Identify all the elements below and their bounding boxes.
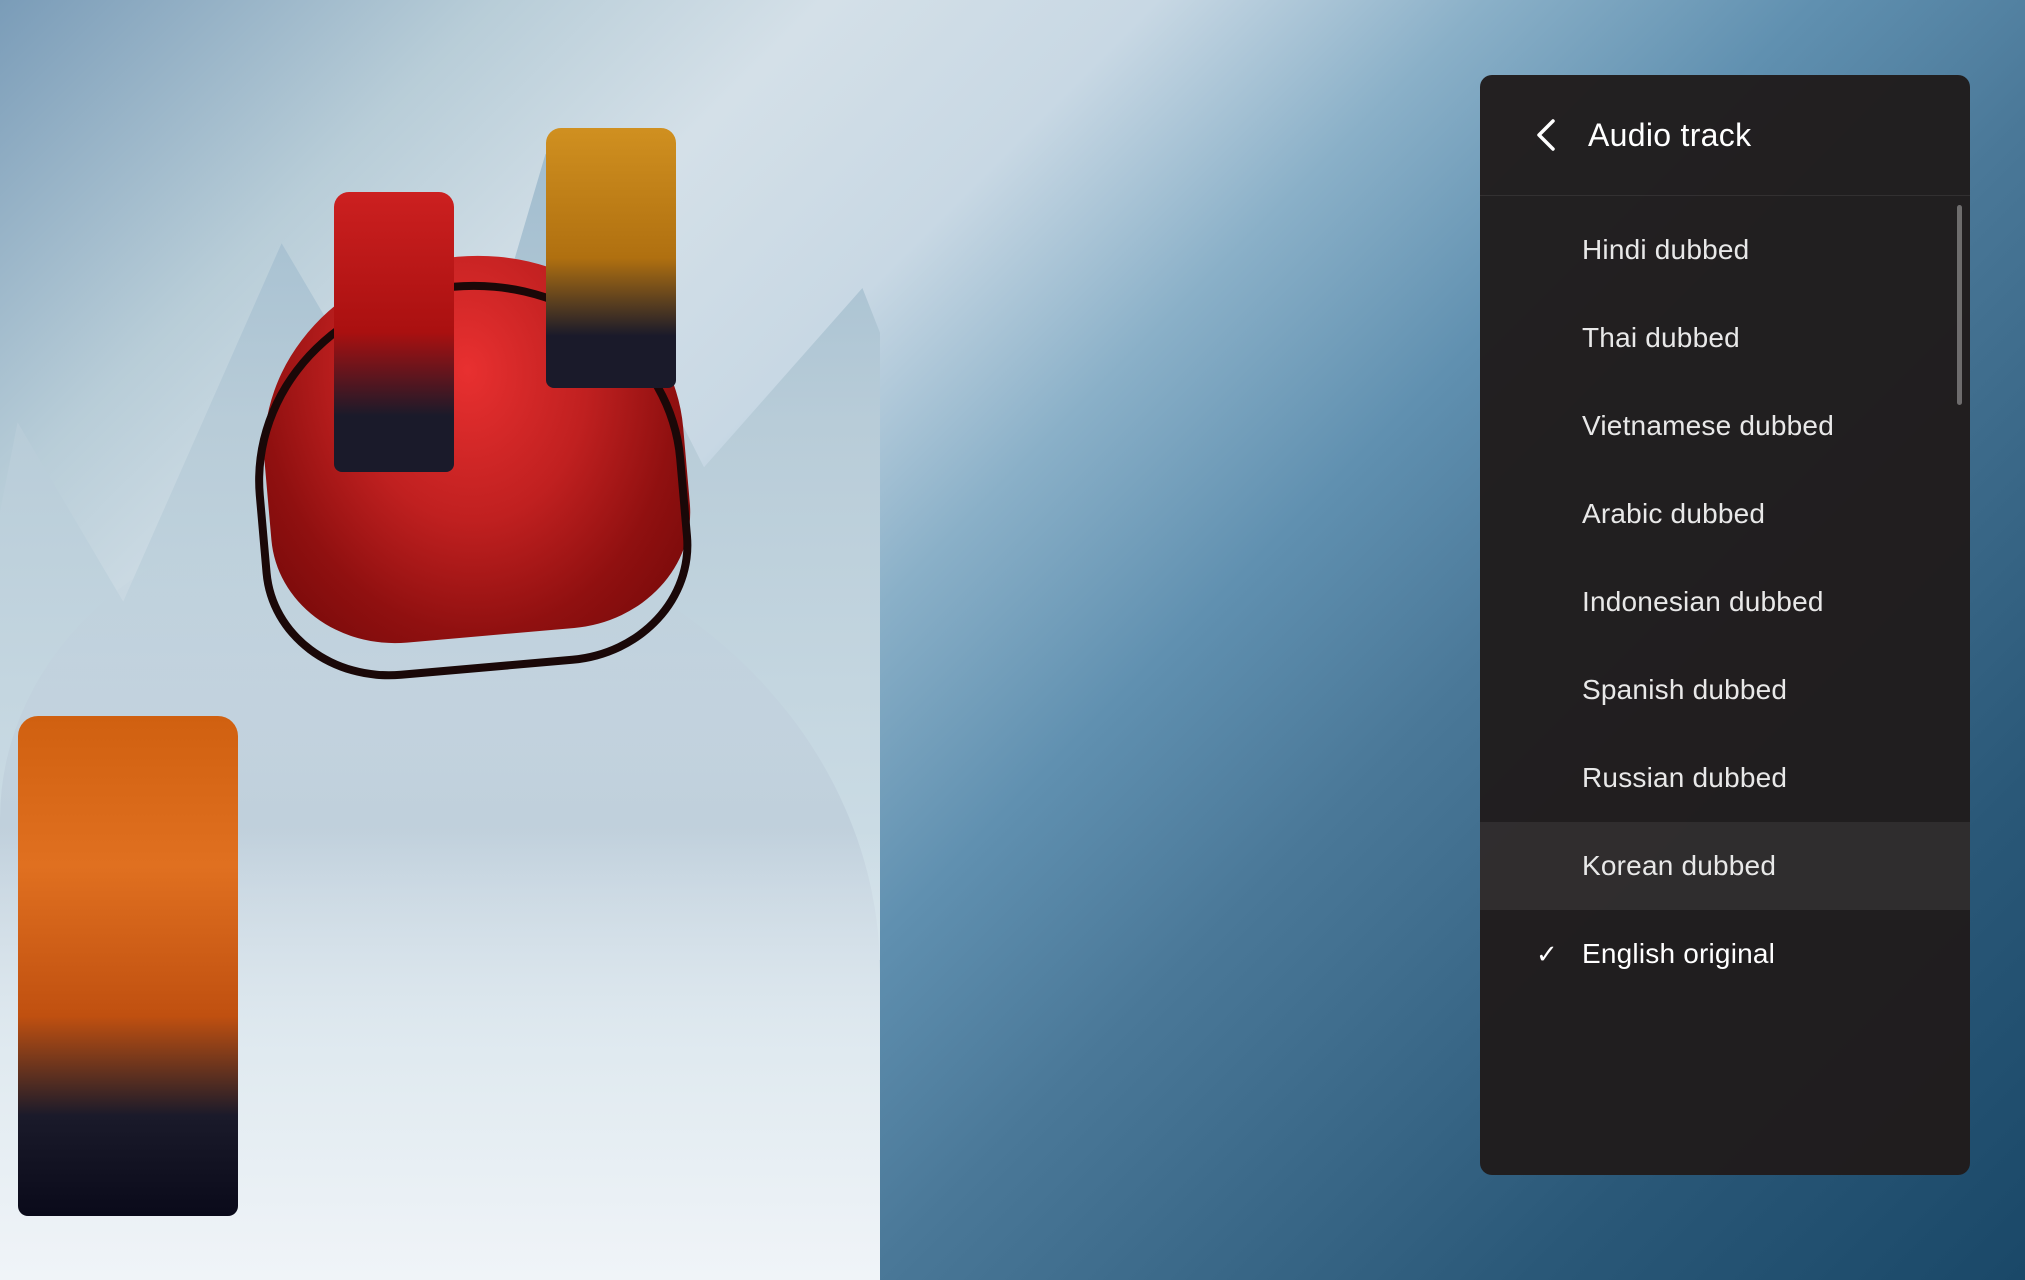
scrollbar-thumb[interactable] — [1957, 205, 1962, 405]
scene-layer — [0, 0, 880, 1280]
panel-header: Audio track — [1480, 75, 1970, 196]
track-item-arabic-dubbed[interactable]: ✓Arabic dubbed — [1480, 470, 1970, 558]
track-label-thai-dubbed: Thai dubbed — [1582, 322, 1740, 354]
track-label-russian-dubbed: Russian dubbed — [1582, 762, 1787, 794]
person-orange-jacket — [18, 716, 238, 1216]
check-icon: ✓ — [1536, 939, 1572, 970]
track-label-korean-dubbed: Korean dubbed — [1582, 850, 1776, 882]
track-item-vietnamese-dubbed[interactable]: ✓Vietnamese dubbed — [1480, 382, 1970, 470]
track-label-indonesian-dubbed: Indonesian dubbed — [1582, 586, 1824, 618]
person-red-jacket — [334, 192, 454, 472]
back-button[interactable] — [1524, 113, 1568, 157]
track-label-english-original: English original — [1582, 938, 1775, 970]
track-label-hindi-dubbed: Hindi dubbed — [1582, 234, 1749, 266]
track-list[interactable]: ✓Hindi dubbed✓Thai dubbed✓Vietnamese dub… — [1480, 196, 1970, 1175]
track-item-english-original[interactable]: ✓ English original — [1480, 910, 1970, 998]
track-label-vietnamese-dubbed: Vietnamese dubbed — [1582, 410, 1834, 442]
track-item-indonesian-dubbed[interactable]: ✓Indonesian dubbed — [1480, 558, 1970, 646]
track-item-thai-dubbed[interactable]: ✓Thai dubbed — [1480, 294, 1970, 382]
person-yellow-jacket — [546, 128, 676, 388]
track-item-hindi-dubbed[interactable]: ✓Hindi dubbed — [1480, 206, 1970, 294]
audio-track-panel: Audio track ✓Hindi dubbed✓Thai dubbed✓Vi… — [1480, 75, 1970, 1175]
track-item-spanish-dubbed[interactable]: ✓Spanish dubbed — [1480, 646, 1970, 734]
track-item-russian-dubbed[interactable]: ✓Russian dubbed — [1480, 734, 1970, 822]
track-label-arabic-dubbed: Arabic dubbed — [1582, 498, 1765, 530]
panel-title: Audio track — [1588, 117, 1751, 154]
track-label-spanish-dubbed: Spanish dubbed — [1582, 674, 1787, 706]
track-item-korean-dubbed[interactable]: ✓Korean dubbed — [1480, 822, 1970, 910]
